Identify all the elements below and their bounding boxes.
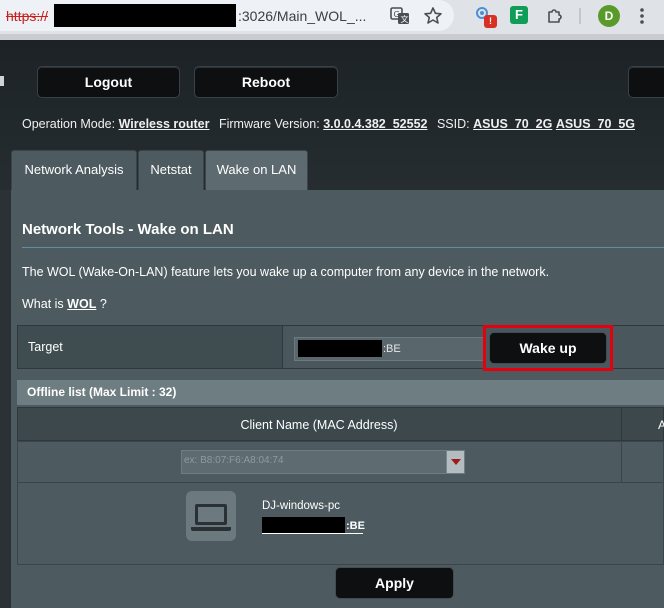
wol-link[interactable]: WOL [67,297,96,311]
svg-text:文: 文 [401,14,409,24]
status-line: Operation Mode: Wireless router Firmware… [22,117,635,131]
reboot-button[interactable]: Reboot [194,66,338,98]
target-label: Target [28,340,63,354]
laptop-base-shape [191,527,231,531]
chevron-down-icon[interactable] [446,451,464,473]
tab-network-analysis[interactable]: Network Analysis [11,150,137,190]
feedly-icon[interactable]: F [510,6,528,24]
client-name: DJ-windows-pc [262,500,340,512]
tab-netstat[interactable]: Netstat [138,150,204,190]
url-scheme: https:// [6,8,49,24]
url-host-redacted [54,4,236,27]
url-path: :3026/Main_WOL_... [238,8,367,24]
client-mac-suffix: :BE [346,520,365,532]
toolbar-divider [579,8,581,24]
apply-button[interactable]: Apply [335,567,454,599]
whatis-prefix: What is [22,297,64,311]
highlight-box [483,325,613,371]
language-button-cut[interactable] [628,66,664,98]
ssid-2g-link[interactable]: ASUS_70_2G [473,117,552,131]
translate-icon[interactable]: G 文 [390,6,410,26]
laptop-screen-shape [195,504,227,525]
page-title: Network Tools - Wake on LAN [22,221,234,238]
client-mac-redacted [262,517,345,533]
left-edge-glyph [0,76,4,86]
offline-list-header: Offline list (Max Limit : 32) [17,380,664,405]
firmware-link[interactable]: 3.0.0.4.382_52552 [323,117,427,131]
operation-mode-link[interactable]: Wireless router [119,117,210,131]
logout-button[interactable]: Logout [37,66,180,98]
column-separator [621,407,622,441]
firmware-label: Firmware Version: [218,117,320,131]
ssid-5g-link[interactable]: ASUS_70_5G [556,117,635,131]
profile-avatar[interactable]: D [598,5,620,27]
description: The WOL (Wake-On-LAN) feature lets you w… [22,265,550,279]
what-is-wol: What is WOL ? [22,297,107,311]
mac-redacted [298,340,382,357]
address-bar[interactable]: https:// :3026/Main_WOL_... [0,0,454,31]
puzzle-icon[interactable] [545,6,565,26]
extension-badge-count: ! [484,15,497,28]
whatis-suffix: ? [99,297,107,311]
operation-mode-label: Operation Mode: [22,117,116,131]
kebab-menu-icon[interactable] [636,5,648,27]
star-icon[interactable] [423,6,443,26]
ssid-label: SSID: [436,117,470,131]
tab-wake-on-lan[interactable]: Wake on LAN [205,150,308,190]
column-header-cut: A [658,418,664,432]
title-divider [22,247,664,248]
client-column-label: Client Name (MAC Address) [240,418,398,432]
client-select-placeholder: ex: B8:07:F6:A8:04:74 [184,455,284,466]
